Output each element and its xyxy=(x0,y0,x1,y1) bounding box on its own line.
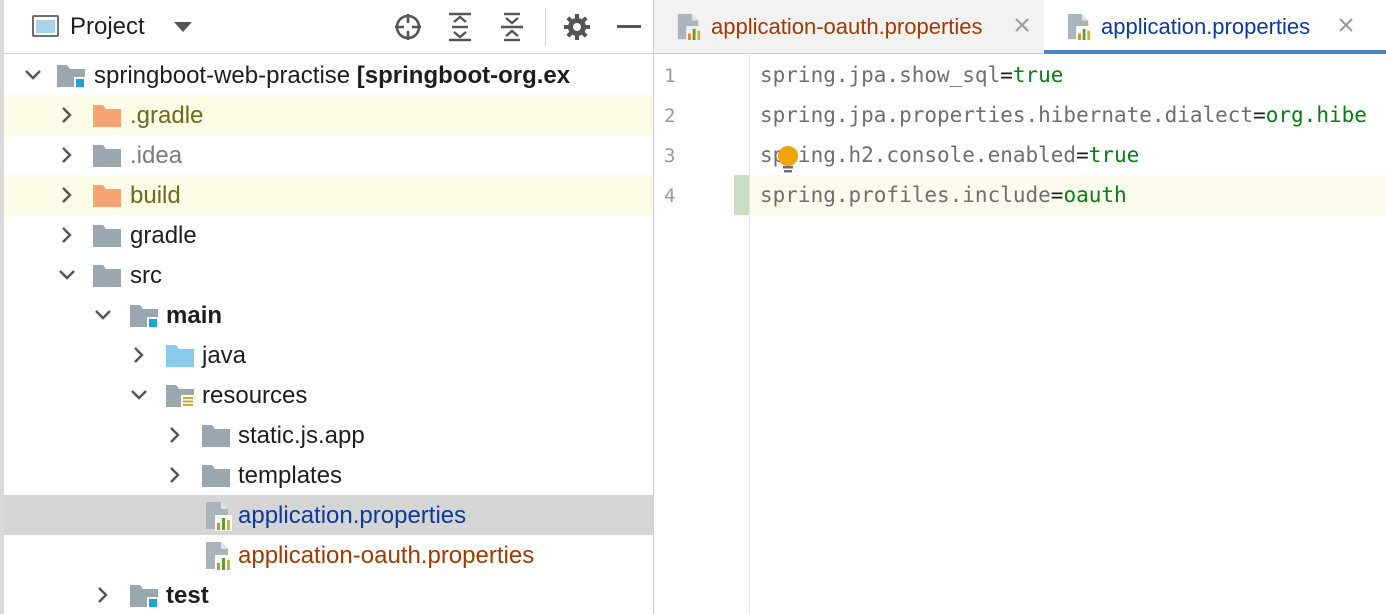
editor-tab-bar: application-oauth.properties application… xyxy=(654,0,1386,54)
tab-label: application-oauth.properties xyxy=(711,14,983,39)
tree-item-test[interactable]: test xyxy=(4,575,653,614)
tree-item-static[interactable]: static.js.app xyxy=(4,415,653,455)
line-number: 4 xyxy=(664,185,676,207)
resources-folder-icon xyxy=(165,381,195,409)
excluded-folder-icon xyxy=(92,101,122,129)
folder-icon xyxy=(201,421,231,449)
chevron-right-icon[interactable] xyxy=(56,224,78,246)
code-line[interactable]: spring.profiles.include=oauth xyxy=(760,175,1127,215)
tree-item-label: resources xyxy=(202,382,308,409)
tree-item-label: springboot-web-practise xyxy=(94,62,351,89)
tree-item-label: test xyxy=(166,582,209,609)
editor-area: application-oauth.properties application… xyxy=(653,0,1386,614)
properties-file-icon xyxy=(204,541,234,571)
chevron-down-icon[interactable] xyxy=(56,264,78,286)
close-icon[interactable] xyxy=(1336,14,1356,36)
project-view-icon xyxy=(32,15,59,37)
folder-icon xyxy=(201,461,231,489)
tree-item-label: gradle xyxy=(130,222,197,249)
tree-item-label: build xyxy=(130,182,181,209)
tree-item-java[interactable]: java xyxy=(4,335,653,375)
tree-item-suffix: [springboot-org.ex xyxy=(356,62,571,89)
project-tool-window: Project springboot-web-practise [springb… xyxy=(0,0,653,614)
tree-item-label: static.js.app xyxy=(238,422,365,449)
tree-item-build[interactable]: build xyxy=(4,175,653,215)
tree-item-templates[interactable]: templates xyxy=(4,455,653,495)
tree-item-label: .gradle xyxy=(130,102,204,129)
tree-item-idea[interactable]: .idea xyxy=(4,135,653,175)
module-folder-icon xyxy=(56,61,86,89)
chevron-right-icon[interactable] xyxy=(92,584,114,606)
project-panel-title[interactable]: Project xyxy=(70,13,145,41)
tree-item-root-module[interactable]: springboot-web-practise [springboot-org.… xyxy=(4,55,653,95)
chevron-right-icon[interactable] xyxy=(56,104,78,126)
chevron-right-icon[interactable] xyxy=(56,184,78,206)
expand-all-icon[interactable] xyxy=(444,10,476,44)
tab-application-properties[interactable]: application.properties xyxy=(1044,0,1386,54)
tree-item-label: application.properties xyxy=(238,502,467,529)
chevron-right-icon[interactable] xyxy=(56,144,78,166)
module-folder-icon xyxy=(129,581,159,609)
vcs-change-marker[interactable] xyxy=(734,175,749,215)
code-editor[interactable]: spring.jpa.show_sql=true spring.jpa.prop… xyxy=(750,55,1386,614)
collapse-all-icon[interactable] xyxy=(496,10,528,44)
chevron-down-icon[interactable] xyxy=(174,22,192,32)
tree-item-label: src xyxy=(130,262,162,289)
close-icon[interactable] xyxy=(1012,14,1032,36)
line-number: 3 xyxy=(664,145,676,167)
source-folder-icon xyxy=(165,341,195,369)
tab-application-oauth-properties[interactable]: application-oauth.properties xyxy=(654,0,1044,54)
code-line[interactable]: spring.jpa.show_sql=true xyxy=(760,55,1063,95)
folder-icon xyxy=(92,261,122,289)
tree-item-label: java xyxy=(202,342,247,369)
tree-item-application-oauth-properties[interactable]: application-oauth.properties xyxy=(4,535,653,575)
chevron-right-icon[interactable] xyxy=(164,464,186,486)
tree-item-application-properties[interactable]: application.properties xyxy=(4,495,653,535)
tree-item-label: application-oauth.properties xyxy=(238,542,535,569)
lightbulb-icon[interactable] xyxy=(776,145,800,175)
folder-icon xyxy=(92,221,122,249)
project-panel-header: Project xyxy=(4,0,653,54)
editor-gutter[interactable]: 1 2 3 4 xyxy=(654,55,750,614)
tree-item-gradle[interactable]: gradle xyxy=(4,215,653,255)
chevron-down-icon[interactable] xyxy=(22,64,44,86)
line-number: 2 xyxy=(664,105,676,127)
properties-file-icon xyxy=(204,501,234,531)
module-folder-icon xyxy=(129,301,159,329)
tree-item-label: .idea xyxy=(130,142,183,169)
locate-icon[interactable] xyxy=(392,10,424,44)
chevron-down-icon[interactable] xyxy=(92,304,114,326)
tree-item-resources[interactable]: resources xyxy=(4,375,653,415)
excluded-folder-icon xyxy=(92,181,122,209)
toolbar-divider xyxy=(545,8,546,46)
code-line[interactable]: spring.jpa.properties.hibernate.dialect=… xyxy=(760,95,1367,135)
folder-icon xyxy=(92,141,122,169)
properties-file-icon xyxy=(1066,12,1092,42)
minimize-icon[interactable] xyxy=(613,10,645,44)
tab-label: application.properties xyxy=(1101,14,1311,39)
tree-item-src[interactable]: src xyxy=(4,255,653,295)
tree-item-label: main xyxy=(166,302,223,329)
chevron-right-icon[interactable] xyxy=(128,344,150,366)
line-number: 1 xyxy=(664,65,676,87)
tree-item-gradle-cache[interactable]: .gradle xyxy=(4,95,653,135)
tree-item-main[interactable]: main xyxy=(4,295,653,335)
chevron-down-icon[interactable] xyxy=(128,384,150,406)
gear-icon[interactable] xyxy=(561,10,593,44)
properties-file-icon xyxy=(676,12,702,42)
code-line[interactable]: spring.h2.console.enabled=true xyxy=(760,135,1139,175)
chevron-right-icon[interactable] xyxy=(164,424,186,446)
tree-item-label: templates xyxy=(238,462,343,489)
